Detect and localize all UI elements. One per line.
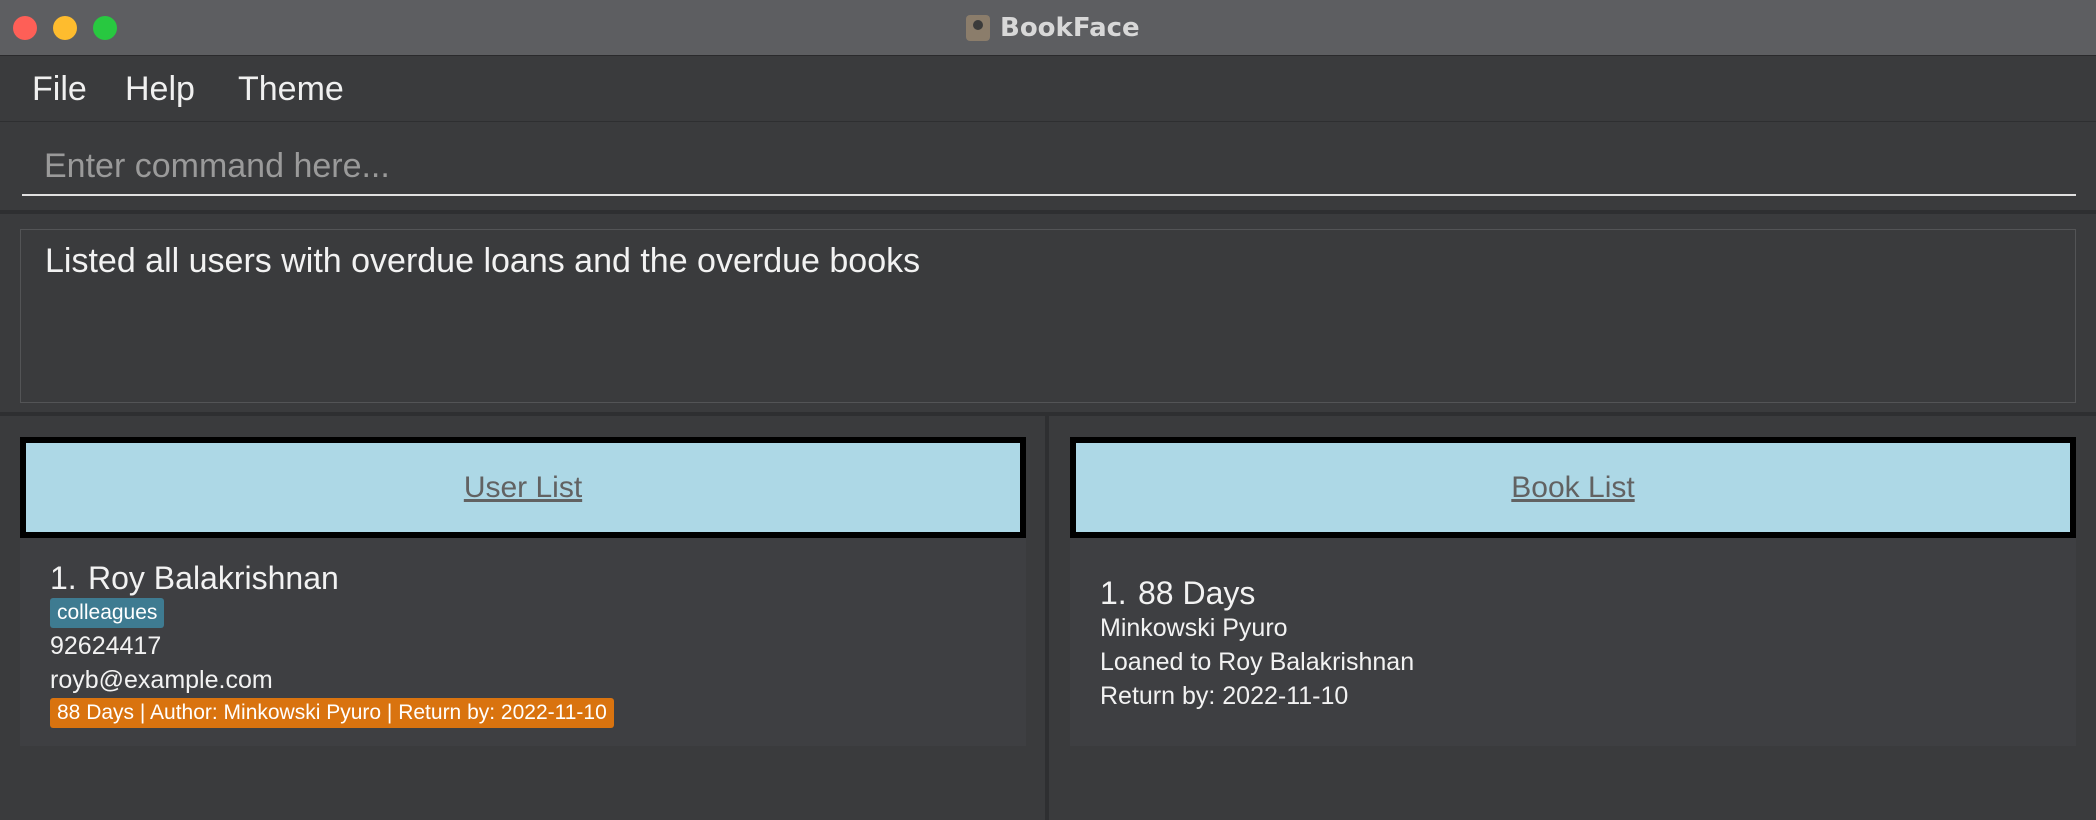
result-message: Listed all users with overdue loans and …	[45, 242, 921, 280]
title-bar: BookFace	[0, 0, 2096, 56]
menu-bar: File Help Theme	[0, 56, 2096, 122]
menu-theme[interactable]: Theme	[230, 66, 352, 113]
close-window-button[interactable]	[13, 16, 37, 40]
book-list-title: Book List	[1511, 470, 1635, 504]
minimize-window-button[interactable]	[53, 16, 77, 40]
menu-file[interactable]: File	[24, 66, 95, 113]
user-list-header[interactable]: User List	[20, 437, 1026, 538]
user-list-title: User List	[463, 470, 583, 504]
user-name: Roy Balakrishnan	[88, 560, 339, 596]
book-card[interactable]: 1. 88 Days Minkowski Pyuro Loaned to Roy…	[1070, 538, 2076, 746]
user-loan-badge: 88 Days | Author: Minkowski Pyuro | Retu…	[50, 698, 614, 728]
user-tag: colleagues	[50, 598, 165, 628]
user-email: royb@example.com	[50, 666, 273, 694]
window-title: BookFace	[1000, 13, 1140, 43]
command-box	[0, 122, 2096, 214]
book-author: Minkowski Pyuro	[1100, 614, 1288, 642]
user-card[interactable]: 1. Roy Balakrishnan colleagues 92624417 …	[20, 538, 1026, 746]
menu-help[interactable]: Help	[117, 66, 203, 113]
user-phone: 92624417	[50, 632, 162, 660]
window-title-group: BookFace	[966, 12, 1140, 44]
vertical-split-divider[interactable]	[1045, 416, 1049, 820]
app-icon	[966, 15, 990, 41]
user-index: 1.	[50, 560, 77, 596]
maximize-window-button[interactable]	[93, 16, 117, 40]
book-index: 1.	[1100, 575, 1127, 611]
book-loaned-to: Loaned to Roy Balakrishnan	[1100, 648, 1415, 676]
book-list-header[interactable]: Book List	[1070, 437, 2076, 538]
result-display: Listed all users with overdue loans and …	[20, 229, 2076, 403]
command-input[interactable]	[22, 138, 2076, 196]
book-return-by: Return by: 2022-11-10	[1100, 682, 1349, 710]
book-title: 88 Days	[1138, 575, 1256, 611]
